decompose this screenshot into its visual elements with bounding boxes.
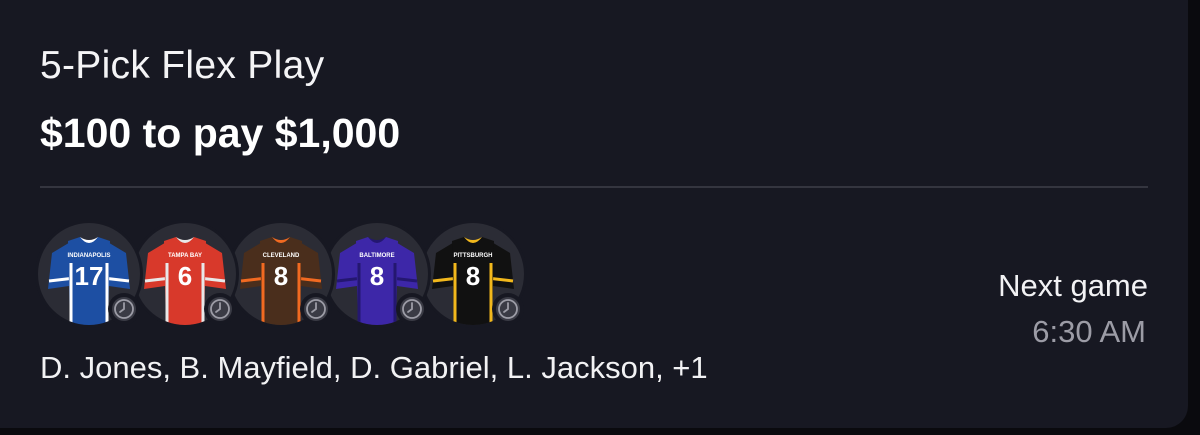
jersey-number: 8	[274, 261, 288, 291]
jersey-number: 6	[178, 261, 192, 291]
pending-status-badge	[300, 293, 332, 325]
jersey-number: 17	[75, 261, 104, 291]
entry-card[interactable]: 5-Pick Flex Play $100 to pay $1,000 INDI…	[0, 0, 1188, 428]
clock-icon	[400, 297, 424, 321]
clock-icon	[496, 297, 520, 321]
pending-status-badge	[204, 293, 236, 325]
entry-payout: $100 to pay $1,000	[40, 110, 401, 156]
clock-icon	[304, 297, 328, 321]
pending-status-badge	[108, 293, 140, 325]
clock-icon	[112, 297, 136, 321]
next-game-label: Next game	[998, 268, 1148, 303]
players-summary: D. Jones, B. Mayfield, D. Gabriel, L. Ja…	[40, 350, 708, 385]
jersey-number: 8	[370, 261, 384, 291]
clock-icon	[208, 297, 232, 321]
jersey-team-name: INDIANAPOLIS	[67, 253, 110, 259]
picks-avatars: INDIANAPOLIS 17 TAMPA BAY 6 CLEVELAND 8 BALTIM…	[38, 223, 538, 335]
entry-title: 5-Pick Flex Play	[40, 44, 325, 87]
jersey-team-name: CLEVELAND	[263, 253, 300, 259]
pending-status-badge	[492, 293, 524, 325]
jersey-team-name: PITTSBURGH	[454, 253, 493, 259]
divider	[40, 186, 1148, 188]
jersey-team-name: BALTIMORE	[359, 253, 394, 259]
jersey-team-name: TAMPA BAY	[168, 253, 202, 259]
next-game-time: 6:30 AM	[1032, 314, 1146, 349]
jersey-number: 8	[466, 261, 480, 291]
pending-status-badge	[396, 293, 428, 325]
